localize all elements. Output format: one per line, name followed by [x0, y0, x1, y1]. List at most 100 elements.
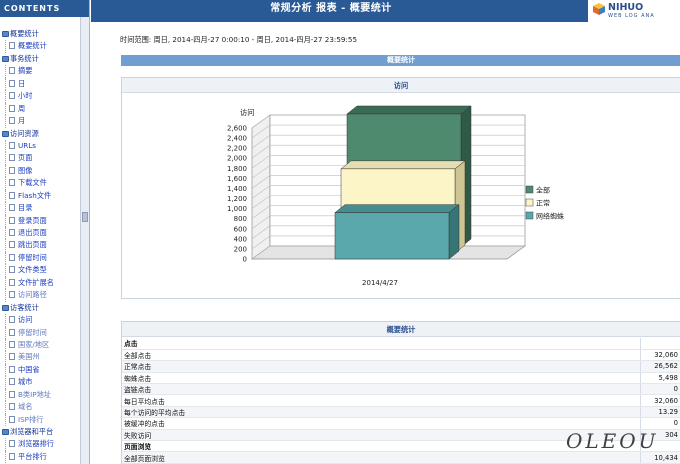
sidebar-group[interactable]: 浏览器和平台 [0, 426, 80, 438]
sidebar-item-label: ISP排行 [18, 414, 44, 424]
sidebar-item[interactable]: 图像 [0, 164, 80, 178]
sidebar-item-label: 概要统计 [18, 41, 47, 51]
stat-value: 32,060 [639, 394, 680, 407]
y-tick-label: 2,200 [227, 145, 247, 153]
sidebar-group[interactable]: 概要统计 [0, 28, 80, 40]
sidebar-item-label: 访客统计 [10, 302, 39, 312]
page-icon [9, 365, 15, 373]
sidebar-item-label: 目录 [18, 203, 33, 213]
scrollbar-thumb[interactable] [82, 212, 88, 222]
sidebar-item[interactable]: 中国省 [0, 363, 80, 377]
folder-icon [2, 429, 9, 435]
sidebar-item[interactable]: 国家/地区 [0, 338, 80, 352]
sidebar-item-label: 域名 [18, 402, 33, 412]
table-row: 每日平均点击 32,060 [122, 394, 680, 407]
table-row: 正常点击 26,562 [122, 360, 680, 373]
sidebar-item[interactable]: 访问 [0, 314, 80, 327]
page-icon [9, 191, 15, 199]
page-icon [9, 291, 15, 299]
tree-connector [5, 139, 6, 153]
page-icon [9, 390, 15, 398]
y-tick-label: 1,800 [227, 165, 247, 173]
sidebar-item[interactable]: 日 [0, 77, 80, 91]
sidebar-item-label: 访问路径 [18, 290, 47, 300]
tree-connector [5, 202, 6, 215]
sidebar-group[interactable]: 访客统计 [0, 302, 80, 314]
page-icon [9, 241, 15, 249]
visits-chart-panel: 访问 0 200 400 600 800 1,000 1,200 1,400 1,600 1,80… [121, 77, 680, 299]
sidebar-item[interactable]: 文件扩展名 [0, 276, 80, 290]
tree-connector [5, 102, 6, 116]
tree-connector [5, 376, 6, 389]
sidebar-item[interactable]: 页面 [0, 152, 80, 165]
sidebar-item[interactable]: B类IP地址 [0, 388, 80, 402]
sidebar-item[interactable]: URLs [0, 139, 80, 153]
sidebar-item[interactable]: 平台排行 [0, 450, 80, 464]
sidebar-item[interactable]: 月 [0, 115, 80, 128]
stat-label: 全部点击 [122, 349, 640, 362]
sidebar-item-label: 浏览器和平台 [10, 427, 54, 436]
sidebar-item-label: 退出页面 [18, 228, 47, 237]
sidebar-item[interactable]: 周 [0, 102, 80, 116]
table-row: 全部点击 32,060 [122, 349, 680, 362]
sidebar-item[interactable]: 浏览器排行 [0, 438, 80, 451]
sidebar-item[interactable]: 下载文件 [0, 177, 80, 190]
page-icon [9, 229, 15, 236]
y-tick-label: 400 [234, 235, 247, 243]
stat-label: 点击 [122, 338, 640, 350]
sidebar-item-label: B类IP地址 [18, 389, 51, 399]
sidebar-item[interactable]: ISP排行 [0, 413, 80, 426]
main-content: 时间范围: 周日, 2014-四月-27 0:00:10 - 周日, 2014-… [91, 22, 680, 464]
stat-value: 0 [639, 417, 680, 430]
sidebar-item[interactable]: 停留时间 [0, 326, 80, 339]
sidebar-item[interactable]: 美国州 [0, 351, 80, 364]
y-tick-label: 200 [234, 245, 247, 253]
sidebar-item-label: 登录页面 [18, 215, 47, 225]
sidebar-group[interactable]: 访问资源 [0, 128, 80, 140]
stat-label: 被缓冲的点击 [122, 417, 640, 430]
y-tick-label: 1,200 [227, 195, 247, 203]
table-row: 被缓冲的点击 0 [122, 417, 680, 430]
sidebar-item[interactable]: 登录页面 [0, 214, 80, 227]
sidebar-item[interactable]: 摘要 [0, 65, 80, 78]
legend-swatch [525, 185, 534, 194]
sidebar-item[interactable]: 访问路径 [0, 289, 80, 302]
sidebar-item-label: 平台排行 [18, 451, 47, 461]
logo: NIHUO WEB LOG ANA [588, 0, 680, 22]
tree-connector [5, 401, 6, 414]
page-icon [9, 266, 15, 274]
sidebar-item[interactable]: 目录 [0, 202, 80, 215]
watermark: OLEOU [566, 429, 659, 453]
tree-connector [5, 351, 6, 364]
legend-label: 正常 [536, 199, 550, 208]
sidebar-item[interactable]: 文件类型 [0, 264, 80, 277]
page-icon [9, 104, 15, 112]
sidebar-item[interactable]: 小时 [0, 90, 80, 103]
page-icon [9, 42, 15, 50]
sidebar-item-label: 停留时间 [18, 327, 47, 337]
page-icon [9, 340, 15, 348]
sidebar-item[interactable]: 退出页面 [0, 227, 80, 240]
sidebar-item[interactable]: Flash文件 [0, 189, 80, 203]
tree-connector [5, 177, 6, 190]
stat-value: 32,060 [639, 349, 680, 362]
sidebar-group[interactable]: 事务统计 [0, 53, 80, 65]
sidebar-scrollbar[interactable] [80, 17, 89, 464]
sidebar-item[interactable]: 城市 [0, 376, 80, 389]
tree-connector [5, 338, 6, 352]
tree-connector [5, 363, 6, 377]
sidebar-item-label: 图像 [18, 165, 33, 175]
tree-connector [5, 438, 6, 451]
y-tick-label: 2,600 [227, 125, 247, 133]
sidebar-item[interactable]: 概要统计 [0, 40, 80, 53]
sidebar-item[interactable]: 域名 [0, 401, 80, 414]
sidebar-item-label: 月 [18, 116, 26, 126]
tree-connector [5, 214, 6, 227]
tree-connector [5, 189, 6, 203]
sidebar-item-label: 概要统计 [10, 29, 39, 38]
stat-value: 0 [639, 383, 680, 396]
sidebar-item-label: 美国州 [18, 352, 40, 362]
folder-icon [2, 31, 9, 37]
sidebar-item[interactable]: 停留时间 [0, 251, 80, 265]
sidebar-item[interactable]: 跳出页面 [0, 239, 80, 252]
